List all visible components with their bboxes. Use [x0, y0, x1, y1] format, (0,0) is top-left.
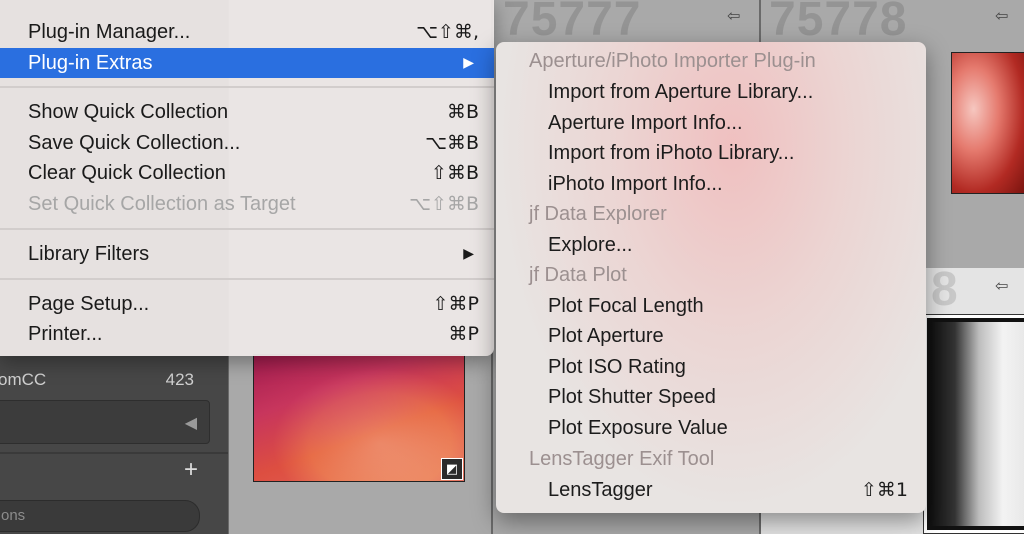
menu-separator	[0, 278, 494, 280]
submenu-item-label: Plot Shutter Speed	[548, 386, 716, 408]
edit-badge-icon: ◩	[441, 458, 463, 480]
submenu-item-label: Plot ISO Rating	[548, 356, 686, 378]
menu-item-label: Set Quick Collection as Target	[28, 193, 296, 215]
menu-item-label: Page Setup...	[28, 293, 150, 315]
submenu-item-import-iphoto-library[interactable]: Import from iPhoto Library...	[496, 139, 926, 169]
menu-item-clear-quick-collection[interactable]: Clear Quick Collection ⇧⌘B	[0, 158, 494, 188]
rotate-icon[interactable]: ⇦	[727, 6, 740, 26]
submenu-arrow-icon: ▶	[463, 54, 474, 70]
menu-item-shortcut: ⇧⌘B	[431, 162, 479, 184]
menu-item-label: Printer...	[28, 323, 103, 345]
photo-thumbnail[interactable]	[927, 318, 1024, 530]
menu-separator	[0, 228, 494, 230]
menu-item-label: Plug-in Extras	[28, 52, 153, 74]
menu-item-shortcut: ⌥⌘B	[425, 132, 479, 154]
menu-item-set-quick-collection-target: Set Quick Collection as Target ⌥⇧⌘B	[0, 189, 494, 219]
submenu-section-header: Aperture/iPhoto Importer Plug-in	[496, 47, 926, 77]
submenu-item-shortcut: ⇧⌘1	[860, 479, 908, 501]
panel-dropdown[interactable]: ◀	[0, 400, 210, 444]
section-header-label: jf Data Explorer	[529, 203, 667, 225]
submenu-item-aperture-import-info[interactable]: Aperture Import Info...	[496, 109, 926, 139]
menu-item-shortcut: ⇧⌘P	[432, 293, 479, 315]
menu-item-label: Library Filters	[28, 243, 150, 265]
submenu-item-plot-exposure-value[interactable]: Plot Exposure Value	[496, 414, 926, 444]
submenu-item-plot-focal-length[interactable]: Plot Focal Length	[496, 292, 926, 322]
menu-item-printer[interactable]: Printer... ⌘P	[0, 319, 494, 349]
panel-search-field[interactable]: ons	[0, 500, 200, 532]
rotate-icon[interactable]: ⇦	[995, 276, 1008, 296]
submenu-item-label: LensTagger	[548, 479, 653, 501]
submenu-item-iphoto-import-info[interactable]: iPhoto Import Info...	[496, 170, 926, 200]
menu-item-plugin-manager[interactable]: Plug-in Manager... ⌥⇧⌘,	[0, 17, 494, 47]
menu-item-save-quick-collection[interactable]: Save Quick Collection... ⌥⌘B	[0, 128, 494, 158]
menu-item-show-quick-collection[interactable]: Show Quick Collection ⌘B	[0, 97, 494, 127]
submenu-item-label: Explore...	[548, 234, 633, 256]
plugin-extras-submenu: Aperture/iPhoto Importer Plug-in Import …	[496, 42, 926, 513]
search-placeholder: ons	[1, 507, 26, 524]
menu-item-shortcut: ⌥⇧⌘B	[409, 193, 479, 215]
submenu-section-header: jf Data Plot	[496, 261, 926, 291]
menu-item-label: Save Quick Collection...	[28, 132, 241, 154]
rotate-icon[interactable]: ⇦	[995, 6, 1008, 26]
menu-item-plugin-extras[interactable]: Plug-in Extras ▶	[0, 48, 494, 78]
submenu-item-explore[interactable]: Explore...	[496, 231, 926, 261]
submenu-item-import-aperture-library[interactable]: Import from Aperture Library...	[496, 78, 926, 108]
submenu-item-label: Import from Aperture Library...	[548, 81, 814, 103]
menu-item-label: Show Quick Collection	[28, 101, 229, 123]
submenu-item-plot-shutter-speed[interactable]: Plot Shutter Speed	[496, 383, 926, 413]
cell-index-number: 75778	[769, 0, 908, 46]
submenu-item-lenstagger[interactable]: LensTagger ⇧⌘1	[496, 476, 926, 506]
cell-index-number: 8	[931, 263, 959, 316]
submenu-item-label: Import from iPhoto Library...	[548, 142, 795, 164]
submenu-item-label: Plot Aperture	[548, 325, 664, 347]
collection-row[interactable]: omCC 423	[0, 358, 228, 398]
menu-item-label: Clear Quick Collection	[28, 162, 226, 184]
submenu-item-plot-iso-rating[interactable]: Plot ISO Rating	[496, 353, 926, 383]
menu-item-label: Plug-in Manager...	[28, 21, 191, 43]
menu-item-shortcut: ⌥⇧⌘,	[416, 21, 479, 43]
menu-separator	[0, 86, 494, 88]
submenu-section-header: jf Data Explorer	[496, 200, 926, 230]
submenu-section-header: LensTagger Exif Tool	[496, 445, 926, 475]
section-header-label: LensTagger Exif Tool	[529, 448, 715, 470]
panel-divider	[0, 452, 228, 454]
add-collection-button[interactable]: +	[184, 456, 198, 484]
collection-label: omCC	[0, 370, 47, 389]
section-header-label: Aperture/iPhoto Importer Plug-in	[529, 50, 816, 72]
submenu-arrow-icon: ▶	[463, 245, 474, 261]
menu-item-shortcut: ⌘B	[446, 101, 479, 123]
menu-item-page-setup[interactable]: Page Setup... ⇧⌘P	[0, 289, 494, 319]
submenu-item-label: Plot Focal Length	[548, 295, 704, 317]
photo-thumbnail[interactable]	[253, 354, 465, 482]
cell-index-number: 75777	[503, 0, 642, 46]
section-header-label: jf Data Plot	[529, 264, 627, 286]
collapse-triangle-icon[interactable]: ◀	[185, 413, 197, 433]
submenu-item-label: Aperture Import Info...	[548, 112, 743, 134]
collection-count: 423	[165, 370, 194, 389]
library-menu: Plug-in Manager... ⌥⇧⌘, Plug-in Extras ▶…	[0, 0, 494, 356]
photo-thumbnail[interactable]	[951, 52, 1024, 194]
submenu-item-label: iPhoto Import Info...	[548, 173, 723, 195]
menu-item-shortcut: ⌘P	[448, 323, 479, 345]
submenu-item-label: Plot Exposure Value	[548, 417, 728, 439]
submenu-item-plot-aperture[interactable]: Plot Aperture	[496, 322, 926, 352]
menu-item-library-filters[interactable]: Library Filters ▶	[0, 239, 494, 269]
